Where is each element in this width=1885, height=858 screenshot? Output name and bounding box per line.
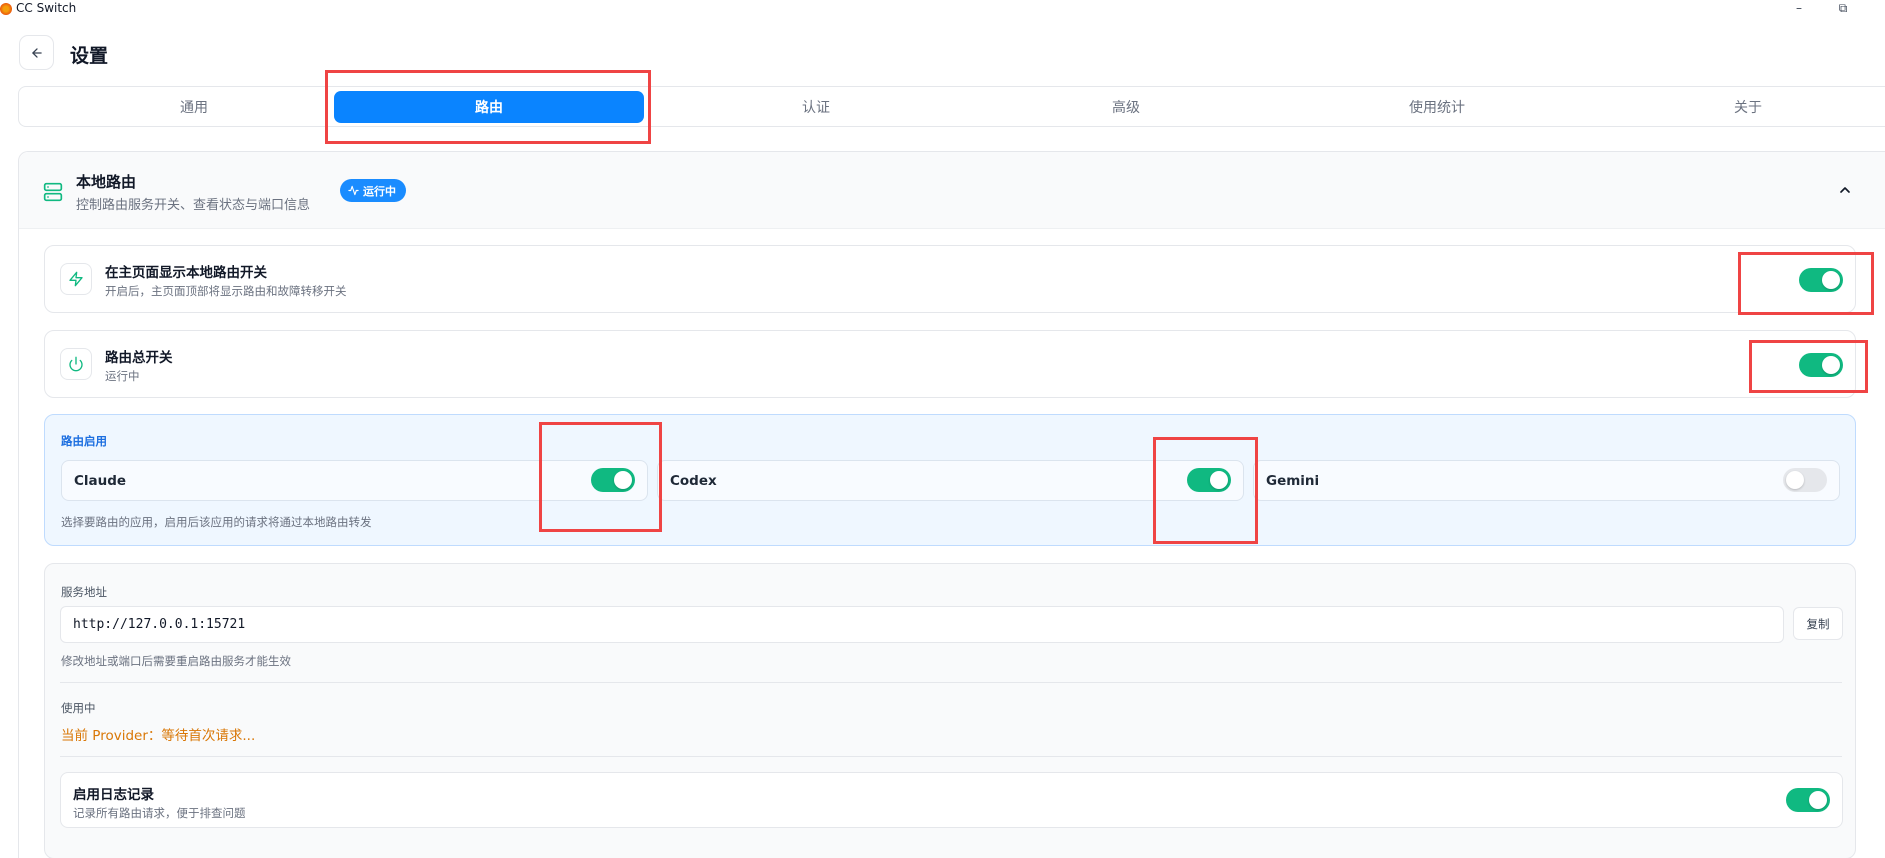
chevron-up-icon[interactable] xyxy=(1837,182,1853,198)
app-name-claude: Claude xyxy=(74,473,127,489)
tab-usage-stats[interactable]: 使用统计 xyxy=(1282,91,1592,123)
master-switch-desc: 运行中 xyxy=(105,369,140,383)
section-title: 本地路由 xyxy=(76,173,137,191)
divider xyxy=(60,756,1842,757)
tab-routing[interactable]: 路由 xyxy=(334,91,644,123)
gemini-toggle[interactable] xyxy=(1783,468,1827,492)
master-switch-row: 路由总开关 运行中 xyxy=(44,330,1856,398)
show-on-home-title: 在主页面显示本地路由开关 xyxy=(105,265,267,281)
show-on-home-row: 在主页面显示本地路由开关 开启后，主页面顶部将显示路由和故障转移开关 xyxy=(44,245,1856,313)
page-title: 设置 xyxy=(70,45,109,67)
app-routing-label: 路由启用 xyxy=(61,434,107,448)
show-on-home-desc: 开启后，主页面顶部将显示路由和故障转移开关 xyxy=(105,284,347,298)
app-name-codex: Codex xyxy=(670,473,717,489)
codex-toggle[interactable] xyxy=(1187,468,1231,492)
back-button[interactable] xyxy=(19,35,54,70)
settings-tabs: 通用 路由 认证 高级 使用统计 关于 xyxy=(18,86,1885,127)
app-item-codex: Codex xyxy=(657,460,1244,501)
tab-advanced[interactable]: 高级 xyxy=(971,91,1281,123)
power-icon xyxy=(60,348,92,380)
divider xyxy=(60,682,1842,683)
app-item-claude: Claude xyxy=(61,460,648,501)
zap-icon xyxy=(60,263,92,295)
restore-button[interactable]: ⧉ xyxy=(1828,0,1858,18)
show-on-home-toggle[interactable] xyxy=(1799,268,1843,292)
tab-auth[interactable]: 认证 xyxy=(661,91,971,123)
status-badge-label: 运行中 xyxy=(363,184,396,198)
service-address-hint: 修改地址或端口后需要重启路由服务才能生效 xyxy=(61,654,291,668)
app-title: CC Switch xyxy=(16,1,77,15)
app-routing-block: 路由启用 Claude Codex Gemini 选择要路由的应用，启用后该应用… xyxy=(44,414,1856,546)
logging-row: 启用日志记录 记录所有路由请求，便于排查问题 xyxy=(60,772,1843,828)
title-bar: CC Switch – ⧉ xyxy=(0,0,1885,18)
service-block: 服务地址 复制 修改地址或端口后需要重启路由服务才能生效 使用中 当前 Prov… xyxy=(44,563,1856,858)
app-name-gemini: Gemini xyxy=(1266,473,1320,489)
app-routing-hint: 选择要路由的应用，启用后该应用的请求将通过本地路由转发 xyxy=(61,515,372,529)
tab-about[interactable]: 关于 xyxy=(1593,91,1885,123)
service-address-label: 服务地址 xyxy=(61,585,107,599)
server-icon xyxy=(43,182,63,202)
claude-toggle[interactable] xyxy=(591,468,635,492)
service-address-input[interactable] xyxy=(60,606,1784,643)
in-use-label: 使用中 xyxy=(61,701,96,715)
logging-toggle[interactable] xyxy=(1786,788,1830,812)
arrow-left-icon xyxy=(31,47,42,58)
logging-title: 启用日志记录 xyxy=(73,787,154,803)
logging-desc: 记录所有路由请求，便于排查问题 xyxy=(73,806,246,820)
section-header[interactable]: 本地路由 控制路由服务开关、查看状态与端口信息 运行中 xyxy=(19,152,1885,229)
local-routing-section: 本地路由 控制路由服务开关、查看状态与端口信息 运行中 在主页面显示本地路由开关… xyxy=(18,151,1885,858)
current-provider-text: 当前 Provider：等待首次请求... xyxy=(61,728,256,744)
tab-general[interactable]: 通用 xyxy=(39,91,349,123)
app-logo-icon xyxy=(0,3,12,15)
activity-icon xyxy=(348,185,359,196)
copy-button[interactable]: 复制 xyxy=(1793,607,1843,640)
minimize-button[interactable]: – xyxy=(1784,0,1814,18)
app-item-gemini: Gemini xyxy=(1253,460,1840,501)
section-subtitle: 控制路由服务开关、查看状态与端口信息 xyxy=(76,198,311,213)
master-switch-toggle[interactable] xyxy=(1799,353,1843,377)
status-badge: 运行中 xyxy=(340,179,406,202)
master-switch-title: 路由总开关 xyxy=(105,350,173,366)
